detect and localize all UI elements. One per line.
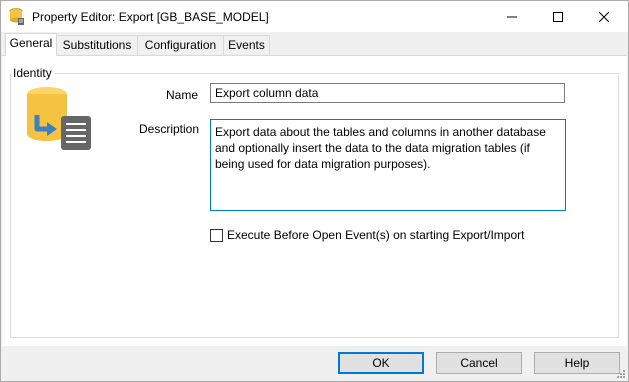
close-button[interactable]: [581, 1, 627, 32]
execute-before-open-checkbox[interactable]: [210, 229, 223, 242]
close-icon: [599, 11, 609, 22]
general-tab-panel: Identity Name Export column data Descrip…: [2, 55, 627, 346]
identity-group-label: Identity: [11, 66, 54, 80]
description-textarea[interactable]: Export data about the tables and columns…: [210, 119, 566, 211]
name-input[interactable]: Export column data: [210, 83, 565, 103]
property-editor-window: Property Editor: Export [GB_BASE_MODEL] …: [0, 0, 629, 382]
name-label: Name: [166, 88, 199, 102]
database-export-icon: [25, 85, 95, 153]
resize-grip-icon[interactable]: [616, 369, 626, 379]
button-bar: OK Cancel Help: [1, 346, 628, 381]
tab-strip: General Substitutions Configuration Even…: [1, 33, 628, 56]
cancel-button[interactable]: Cancel: [436, 352, 522, 374]
help-button[interactable]: Help: [534, 352, 620, 374]
execute-before-open-label[interactable]: Execute Before Open Event(s) on starting…: [227, 228, 524, 242]
database-app-icon: [9, 8, 25, 26]
minimize-button[interactable]: [489, 1, 535, 32]
maximize-button[interactable]: [535, 1, 581, 32]
tab-general[interactable]: General: [5, 33, 57, 56]
minimize-icon: [507, 16, 517, 17]
maximize-icon: [553, 11, 563, 22]
description-label: Description: [139, 122, 200, 136]
tab-configuration[interactable]: Configuration: [137, 35, 224, 55]
ok-button[interactable]: OK: [338, 352, 424, 374]
window-title: Property Editor: Export [GB_BASE_MODEL]: [32, 10, 269, 24]
tab-substitutions[interactable]: Substitutions: [56, 35, 138, 55]
title-bar[interactable]: Property Editor: Export [GB_BASE_MODEL]: [1, 1, 628, 32]
tab-events[interactable]: Events: [223, 35, 270, 55]
